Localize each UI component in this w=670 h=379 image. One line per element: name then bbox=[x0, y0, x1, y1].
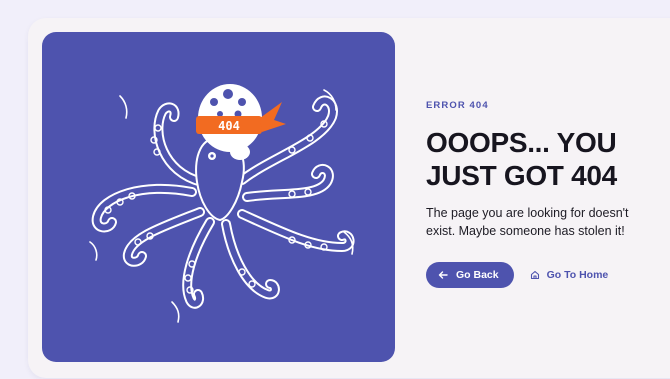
actions: Go Back Go To Home bbox=[426, 262, 608, 288]
go-back-button[interactable]: Go Back bbox=[426, 262, 514, 288]
error-message: The page you are looking for doesn't exi… bbox=[426, 206, 629, 238]
go-home-link[interactable]: Go To Home bbox=[530, 269, 609, 281]
home-icon bbox=[530, 270, 539, 280]
error-content: ERROR 404 OOOPS... YOU JUST GOT 404 The … bbox=[426, 100, 666, 240]
octopus-illustration: 404 bbox=[42, 32, 395, 362]
error-code-label: ERROR 404 bbox=[426, 100, 489, 111]
go-home-label: Go To Home bbox=[546, 269, 609, 281]
arrow-left-icon bbox=[438, 271, 448, 279]
page-title: OOOPS... YOU JUST GOT 404 bbox=[426, 127, 617, 191]
bandana-label: 404 bbox=[218, 119, 240, 133]
go-back-label: Go Back bbox=[456, 269, 499, 281]
octopus-pirate-icon: 404 bbox=[89, 84, 355, 323]
